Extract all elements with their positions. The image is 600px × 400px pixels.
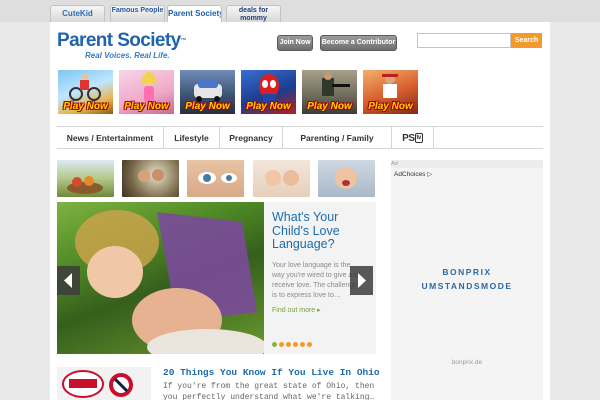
game-thumb-5[interactable]: Play Now [301, 69, 358, 115]
hero-description: Your love language is the way you're wir… [272, 261, 361, 299]
network-tab-bar: CuteKid Famous People Parent Society dea… [0, 0, 600, 23]
game-thumb-4[interactable]: Play Now [240, 69, 297, 115]
game-thumb-6[interactable]: Play Now [362, 69, 419, 115]
nav-lifestyle[interactable]: Lifestyle [164, 127, 220, 149]
slide-dot[interactable] [286, 342, 291, 347]
slide-dot[interactable] [293, 342, 298, 347]
vegetable-basket-icon [67, 176, 103, 194]
article-title[interactable]: 20 Things You Know If You Live In Ohio [163, 367, 380, 378]
next-slide-button[interactable] [350, 266, 373, 295]
hero-slideshow: What's Your Child's Love Language? Your … [57, 202, 376, 354]
child-eye-icon [198, 172, 237, 184]
game-thumb-2[interactable]: Play Now [118, 69, 175, 115]
ohio-article-image[interactable] [57, 367, 151, 400]
crying-baby-icon [335, 167, 357, 189]
ps-tv-logo: PS tv [402, 133, 423, 144]
play-now-label: Play Now [185, 101, 230, 112]
ad-brand-line: BONPRIX [442, 267, 492, 277]
ad-brand-text[interactable]: BONPRIX UMSTANDSMODE [391, 265, 543, 293]
search-input[interactable] [417, 33, 511, 48]
play-now-label: Play Now [368, 101, 413, 112]
tab-parent-society[interactable]: Parent Society [167, 5, 222, 23]
thumb-family[interactable] [122, 160, 179, 197]
game-thumb-3[interactable]: Play Now [179, 69, 236, 115]
site-logo[interactable]: Parent Society™ Real Voices. Real Life. [57, 30, 187, 63]
ad-label: Ad [391, 161, 398, 167]
thumb-twins[interactable] [253, 160, 310, 197]
slide-dot[interactable] [307, 342, 312, 347]
hero-title[interactable]: What's Your Child's Love Language? [272, 210, 369, 252]
slide-dot[interactable] [279, 342, 284, 347]
nav-ps-tv[interactable]: PS tv [392, 127, 434, 149]
become-contributor-button[interactable]: Become a Contributor [320, 35, 397, 51]
slide-indicator [272, 342, 314, 347]
search-button[interactable]: Search [511, 33, 542, 48]
page-container: Parent Society™ Real Voices. Real Life. … [50, 22, 550, 400]
adchoices-link[interactable]: AdChoices ▷ [394, 170, 432, 178]
nav-news-entertainment[interactable]: News / Entertainment [57, 127, 164, 149]
couple-icon [138, 169, 164, 182]
logo-tagline: Real Voices. Real Life. [85, 51, 170, 60]
thumb-eye[interactable] [187, 160, 244, 197]
tab-famous-people[interactable]: Famous People [110, 5, 165, 22]
find-out-more-link[interactable]: Find out more ▸ [272, 306, 321, 314]
mother-child-photo-icon [75, 210, 267, 354]
nav-parenting-family[interactable]: Parenting / Family [283, 127, 392, 149]
game-thumb-1[interactable]: Play Now [57, 69, 114, 115]
chevron-left-icon [64, 273, 72, 288]
main-nav: News / Entertainment Lifestyle Pregnancy… [57, 126, 543, 149]
hero-photo[interactable] [57, 202, 267, 354]
thumb-crying-baby[interactable] [318, 160, 375, 197]
babies-icon [265, 170, 299, 186]
play-now-label: Play Now [124, 101, 169, 112]
play-now-label: Play Now [63, 101, 108, 112]
slide-dot[interactable] [300, 342, 305, 347]
ad-brand-line: UMSTANDSMODE [421, 281, 513, 291]
logo-name: Parent Society™ [57, 30, 187, 51]
ohio-sports-logos-icon [62, 370, 133, 398]
play-now-label: Play Now [307, 101, 352, 112]
article-excerpt: If you're from the great state of Ohio, … [163, 382, 375, 400]
nav-pregnancy[interactable]: Pregnancy [220, 127, 283, 149]
prev-slide-button[interactable] [57, 266, 80, 295]
thumb-garden[interactable] [57, 160, 114, 197]
chevron-right-icon [358, 273, 366, 288]
tab-cutekid[interactable]: CuteKid [50, 5, 105, 22]
play-now-label: Play Now [246, 101, 291, 112]
adchoices-icon: ▷ [427, 171, 433, 178]
ad-domain: bonprix.de [451, 359, 483, 366]
slide-dot[interactable] [272, 342, 277, 347]
join-now-button[interactable]: Join Now [277, 35, 313, 51]
tab-deals-for-mommy[interactable]: deals for mommy [226, 5, 281, 22]
